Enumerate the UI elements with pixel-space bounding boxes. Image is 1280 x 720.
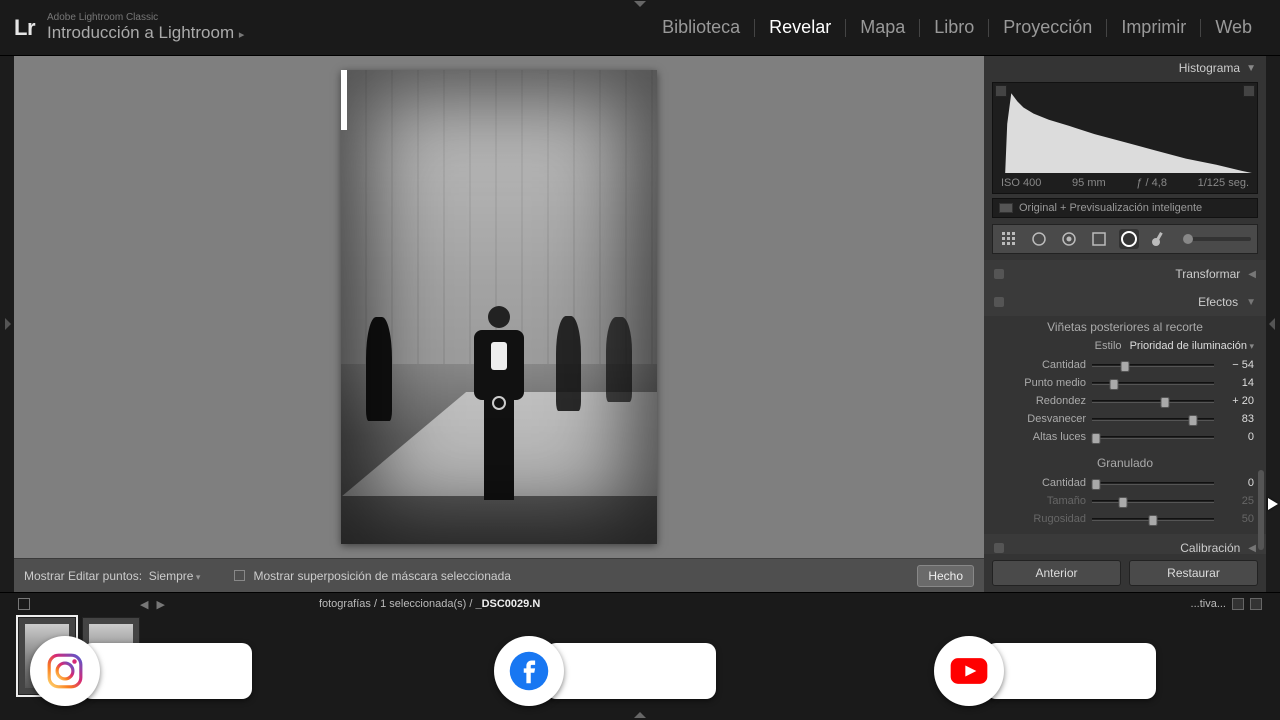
tool-size-slider[interactable] [1183, 237, 1251, 241]
top-panel-toggle-icon[interactable] [628, 0, 652, 8]
mask-overlay-label: Mostrar superposición de máscara selecci… [253, 569, 510, 583]
develop-right-panel: Histograma▼ ISO 400 95 mm ƒ / 4,8 1/125 … [984, 56, 1266, 592]
exif-shutter: 1/125 seg. [1198, 177, 1249, 189]
nav-back-icon[interactable]: ◀ [140, 598, 148, 611]
overlay-facebook [494, 636, 716, 706]
slider-cantidad[interactable]: Cantidad0 [984, 474, 1266, 492]
secondary-display-icon[interactable] [18, 598, 30, 610]
mouse-cursor-icon [1268, 498, 1278, 510]
vignette-subheader: Viñetas posteriores al recorte [984, 316, 1266, 338]
clipping-shadows-icon[interactable] [995, 85, 1007, 97]
module-proyeccion[interactable]: Proyección [989, 17, 1106, 38]
preview-image[interactable] [341, 70, 657, 544]
overlay-youtube [934, 636, 1156, 706]
module-libro[interactable]: Libro [920, 17, 988, 38]
app-logo: Lr [14, 15, 35, 41]
grad-icon[interactable] [1089, 229, 1109, 249]
app-suite-label: Adobe Lightroom Classic [47, 13, 244, 23]
overlay-instagram [30, 636, 252, 706]
slider-desvanecer[interactable]: Desvanecer83 [984, 410, 1266, 428]
previous-button[interactable]: Anterior [992, 560, 1121, 586]
edit-points-label: Mostrar Editar puntos: [24, 569, 142, 583]
preview-source-note: Original + Previsualización inteligente [992, 198, 1258, 218]
slider-rugosidad[interactable]: Rugosidad50 [984, 510, 1266, 528]
module-imprimir[interactable]: Imprimir [1107, 17, 1200, 38]
app-header: Lr Adobe Lightroom Classic Introducción … [0, 0, 1280, 56]
slider-redondez[interactable]: Redondez+ 20 [984, 392, 1266, 410]
module-biblioteca[interactable]: Biblioteca [648, 17, 754, 38]
module-picker: Biblioteca Revelar Mapa Libro Proyección… [648, 17, 1266, 38]
spot-icon[interactable] [1029, 229, 1049, 249]
youtube-icon [934, 636, 1004, 706]
grain-subheader: Granulado [984, 452, 1266, 474]
module-mapa[interactable]: Mapa [846, 17, 919, 38]
vignette-style-dropdown[interactable]: Prioridad de iluminación [1130, 340, 1254, 352]
clipping-highlights-icon[interactable] [1243, 85, 1255, 97]
filmstrip: ◀ ▶ fotografías / 1 seleccionada(s) / _D… [0, 592, 1280, 720]
vignette-style-label: Estilo [1095, 340, 1122, 352]
crop-icon[interactable] [999, 229, 1019, 249]
module-web[interactable]: Web [1201, 17, 1266, 38]
section-transform[interactable]: Transformar◀ [984, 260, 1266, 288]
right-panel-toggle[interactable] [1266, 56, 1280, 592]
filter-label[interactable]: ...tiva... [1191, 598, 1226, 610]
redeye-icon[interactable] [1059, 229, 1079, 249]
facebook-icon [494, 636, 564, 706]
radial-icon[interactable] [1119, 229, 1139, 249]
slider-tamaño[interactable]: Tamaño25 [984, 492, 1266, 510]
nav-fwd-icon[interactable]: ▶ [156, 598, 164, 611]
histogram-header[interactable]: Histograma▼ [984, 56, 1266, 80]
edit-points-dropdown[interactable]: Siempre [149, 569, 201, 583]
panel-scrollbar[interactable] [1258, 470, 1264, 550]
module-revelar[interactable]: Revelar [755, 17, 845, 38]
section-calibration[interactable]: Calibración◀ [984, 534, 1266, 554]
bottom-panel-toggle-icon[interactable] [634, 712, 646, 718]
brush-icon[interactable] [1149, 229, 1169, 249]
histogram[interactable]: ISO 400 95 mm ƒ / 4,8 1/125 seg. [992, 82, 1258, 194]
filmstrip-count: fotografías / 1 seleccionada(s) / [319, 598, 472, 610]
canvas-toolbar: Mostrar Editar puntos: Siempre Mostrar s… [14, 558, 984, 592]
canvas-area: Mostrar Editar puntos: Siempre Mostrar s… [14, 56, 984, 592]
slider-altas-luces[interactable]: Altas luces0 [984, 428, 1266, 446]
app-title[interactable]: Introducción a Lightroom ▸ [47, 23, 244, 43]
left-panel-toggle[interactable] [0, 56, 14, 592]
smart-preview-icon [999, 203, 1013, 213]
mask-overlay-checkbox[interactable] [234, 570, 245, 581]
done-button[interactable]: Hecho [917, 565, 974, 587]
filter-toggle-icon[interactable] [1232, 598, 1244, 610]
instagram-icon [30, 636, 100, 706]
exif-aperture: ƒ / 4,8 [1136, 177, 1167, 189]
reset-button[interactable]: Restaurar [1129, 560, 1258, 586]
section-effects[interactable]: Efectos▼ [984, 288, 1266, 316]
slider-punto-medio[interactable]: Punto medio14 [984, 374, 1266, 392]
slider-cantidad[interactable]: Cantidad− 54 [984, 356, 1266, 374]
exif-focal: 95 mm [1072, 177, 1106, 189]
local-tools-strip [992, 224, 1258, 254]
exif-iso: ISO 400 [1001, 177, 1041, 189]
current-filename: _DSC0029.N [475, 598, 540, 610]
filmstrip-options-icon[interactable] [1250, 598, 1262, 610]
